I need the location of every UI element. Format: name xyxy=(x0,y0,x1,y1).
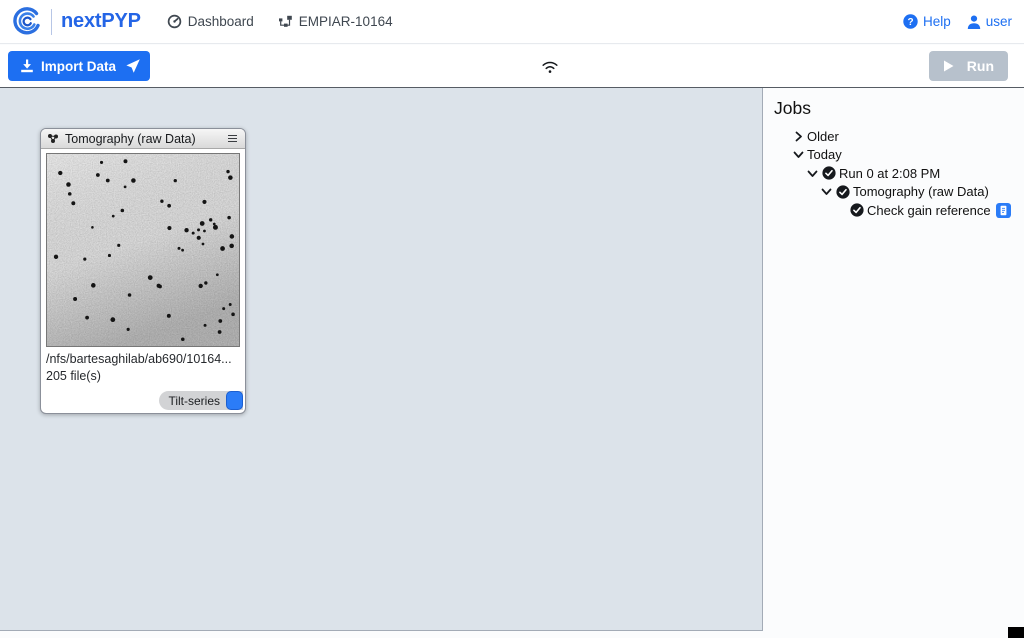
block-data-path: /nfs/bartesaghilab/ab690/10164... xyxy=(46,352,240,366)
job-tree-item[interactable]: Older xyxy=(772,127,1014,146)
top-navigation-bar: nextPYP Dashboard xyxy=(0,0,1024,44)
nav-dashboard-label: Dashboard xyxy=(188,14,254,29)
nav-project-label: EMPIAR-10164 xyxy=(299,14,393,29)
svg-text:?: ? xyxy=(907,17,913,28)
nextpyp-app: nextPYP Dashboard xyxy=(0,0,1024,638)
file-import-icon xyxy=(20,59,34,73)
job-tree-item-label: Check gain reference xyxy=(867,203,991,218)
nav-dashboard[interactable]: Dashboard xyxy=(167,14,254,29)
run-button[interactable]: Run xyxy=(929,51,1008,81)
navigate-button[interactable] xyxy=(116,51,150,81)
block-file-count: 205 file(s) xyxy=(46,369,240,383)
molecule-icon xyxy=(47,133,59,144)
nav-right-links: ? Help user xyxy=(903,14,1012,29)
jobs-panel: Jobs Older Today Run 0 at 2:08 PM Tomogr… xyxy=(764,88,1024,638)
tomography-block-card[interactable]: Tomography (raw Data) xyxy=(40,128,246,414)
job-tree-item[interactable]: Today xyxy=(772,146,1014,165)
wave-swirl-icon xyxy=(12,7,42,37)
job-tree-item-label: Today xyxy=(807,147,842,162)
log-file-badge-icon[interactable] xyxy=(996,203,1011,218)
project-canvas[interactable]: Tomography (raw Data) xyxy=(0,88,763,631)
check-circle-icon xyxy=(835,185,851,199)
import-data-button[interactable]: Import Data xyxy=(8,51,128,81)
micrograph-thumbnail[interactable] xyxy=(46,153,240,347)
block-card-header[interactable]: Tomography (raw Data) xyxy=(41,129,245,149)
project-diagram-icon xyxy=(278,15,293,29)
help-link[interactable]: ? Help xyxy=(903,14,951,29)
tilt-series-toggle-knob[interactable] xyxy=(226,391,243,410)
block-card-body: /nfs/bartesaghilab/ab690/10164... 205 fi… xyxy=(41,149,245,411)
user-menu[interactable]: user xyxy=(967,14,1012,29)
play-icon xyxy=(943,60,954,72)
block-menu-icon[interactable] xyxy=(226,133,239,144)
chevron-icon[interactable] xyxy=(792,131,805,142)
connection-status-icon xyxy=(541,59,559,74)
check-circle-icon xyxy=(849,203,865,217)
tilt-series-toggle-label: Tilt-series xyxy=(168,394,220,408)
user-menu-label: user xyxy=(986,14,1012,29)
chevron-icon[interactable] xyxy=(806,168,819,179)
block-card-title: Tomography (raw Data) xyxy=(65,132,220,146)
person-icon xyxy=(967,15,981,29)
check-circle-icon xyxy=(821,166,837,180)
brand-wordmark: nextPYP xyxy=(61,10,141,33)
job-tree-item-label: Older xyxy=(807,129,839,144)
block-toggle-row: Tilt-series xyxy=(46,391,240,411)
nav-links: Dashboard EMPIAR-10164 xyxy=(167,14,393,29)
question-circle-icon: ? xyxy=(903,14,918,29)
job-tree-item[interactable]: Tomography (raw Data) xyxy=(772,183,1014,202)
job-tree-item[interactable]: Check gain reference xyxy=(772,201,1014,220)
jobs-panel-title: Jobs xyxy=(774,98,1014,119)
job-tree-item-label: Run 0 at 2:08 PM xyxy=(839,166,940,181)
brand-divider xyxy=(51,9,52,35)
run-button-label: Run xyxy=(967,58,994,74)
brand-logo[interactable]: nextPYP xyxy=(12,7,141,37)
import-data-label: Import Data xyxy=(41,59,116,74)
chevron-icon[interactable] xyxy=(820,186,833,197)
tilt-series-toggle[interactable]: Tilt-series xyxy=(159,391,243,410)
project-toolbar: Import Data Run xyxy=(0,45,1024,88)
paper-plane-icon xyxy=(125,58,141,74)
job-tree-item[interactable]: Run 0 at 2:08 PM xyxy=(772,164,1014,183)
scrollbar-corner xyxy=(1008,627,1024,638)
nav-project[interactable]: EMPIAR-10164 xyxy=(278,14,393,29)
gauge-icon xyxy=(167,14,182,29)
help-link-label: Help xyxy=(923,14,951,29)
chevron-icon[interactable] xyxy=(792,149,805,160)
job-tree-item-label: Tomography (raw Data) xyxy=(853,184,989,199)
jobs-tree: Older Today Run 0 at 2:08 PM Tomography … xyxy=(772,127,1014,220)
